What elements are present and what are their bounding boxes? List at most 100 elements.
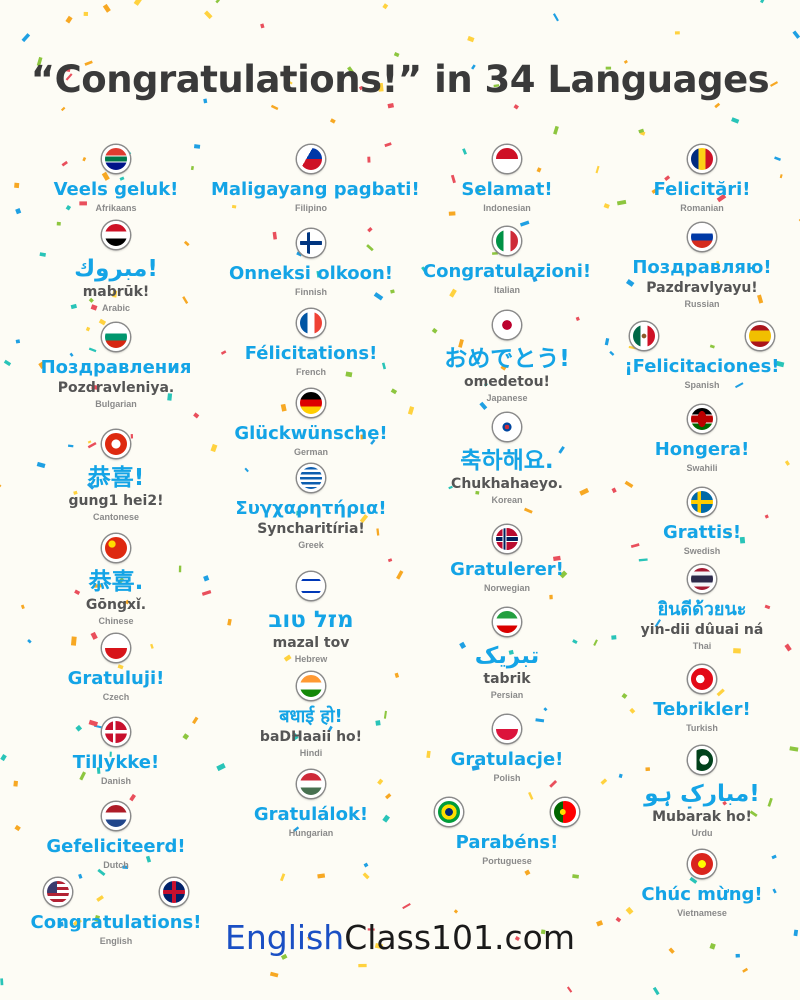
- flag-hu-icon: [297, 770, 325, 798]
- flag-group: [16, 428, 216, 462]
- confetti-piece: [269, 971, 279, 978]
- flag-group: [602, 143, 800, 177]
- language-entry-portuguese: Parabéns! Portuguese: [407, 796, 607, 867]
- confetti-piece: [0, 978, 4, 986]
- language-entry-swedish: Grattis! Swedish: [602, 486, 800, 557]
- flag-tr-icon: [688, 665, 716, 693]
- greeting-text: Поздравляю!: [632, 257, 772, 278]
- language-label: Turkish: [686, 723, 718, 733]
- confetti-piece: [543, 707, 548, 712]
- language-entry-thai: ยินดีด้วยนะ yin-dii dûuai ná Thai: [602, 563, 800, 652]
- greeting-text: Onneksi olkoon!: [228, 263, 394, 284]
- flag-group: [407, 143, 607, 177]
- flag-group: [211, 307, 411, 341]
- footer-brand-english: English: [225, 918, 345, 957]
- language-entry-russian: Поздравляю! Pazdravlyayu! Russian: [602, 221, 800, 310]
- greeting-text: מזל טוב: [268, 607, 354, 633]
- confetti-piece: [523, 507, 533, 514]
- confetti-piece: [742, 967, 749, 973]
- confetti-piece: [362, 872, 370, 880]
- confetti-piece: [215, 0, 220, 4]
- flag-group: [16, 321, 216, 355]
- language-label: Korean: [491, 495, 523, 505]
- confetti-piece: [0, 754, 7, 762]
- confetti-piece: [760, 0, 765, 4]
- greeting-text: Veels geluk!: [53, 179, 179, 200]
- greeting-text: Hongera!: [654, 439, 750, 460]
- greeting-text: مبروك!: [74, 256, 158, 282]
- flag-de-icon: [297, 389, 325, 417]
- greeting-text: Felicitări!: [653, 179, 751, 200]
- language-label: Greek: [298, 540, 324, 550]
- language-entry-dutch: Gefeliciteerd! Dutch: [16, 800, 216, 871]
- greeting-text: Selamat!: [461, 179, 553, 200]
- flag-id-icon: [493, 145, 521, 173]
- confetti-piece: [638, 128, 645, 134]
- greeting-text: Chúc mừng!: [641, 884, 763, 905]
- language-label: Russian: [684, 299, 720, 309]
- greeting-text: Поздравления: [40, 357, 192, 378]
- language-label: Swahili: [686, 463, 718, 473]
- flag-group: [16, 143, 216, 177]
- language-entry-norwegian: Gratulerer! Norwegian: [407, 523, 607, 594]
- flag-fi-icon: [297, 229, 325, 257]
- flag-group: [211, 670, 411, 704]
- flag-th-icon: [688, 565, 716, 593]
- romanization-text: mazal tov: [272, 635, 350, 651]
- greeting-text: おめでとう!: [444, 346, 570, 372]
- footer-brand[interactable]: EnglishClass101.com: [0, 918, 800, 957]
- romanization-text: Syncharitíria!: [257, 521, 365, 537]
- language-label: French: [295, 367, 326, 377]
- language-entry-arabic: مبروك! mabrūk! Arabic: [16, 219, 216, 314]
- flag-group: [602, 320, 800, 354]
- confetti-piece: [65, 15, 73, 24]
- language-label: Afrikaans: [95, 203, 137, 213]
- romanization-text: Mubarak ho!: [652, 809, 752, 825]
- language-label: Hebrew: [294, 654, 328, 664]
- greeting-text: Gratulálok!: [253, 804, 369, 825]
- language-entry-chinese: 恭喜. Gōngxǐ. Chinese: [16, 532, 216, 627]
- flag-group: [602, 221, 800, 255]
- confetti-piece: [133, 0, 143, 6]
- confetti-piece: [553, 125, 559, 135]
- flag-group: [602, 486, 800, 520]
- flag-group: [407, 309, 607, 343]
- confetti-piece: [3, 359, 12, 367]
- language-label: Persian: [490, 690, 524, 700]
- romanization-text: tabrik: [483, 671, 531, 687]
- romanization-text: omedetou!: [464, 374, 550, 390]
- flag-il-icon: [297, 572, 325, 600]
- flag-cz-icon: [102, 634, 130, 662]
- confetti-piece: [513, 104, 519, 110]
- confetti-piece: [714, 102, 721, 109]
- confetti-piece: [204, 10, 213, 20]
- language-entry-korean: 축하해요. Chukhahaeyo. Korean: [407, 411, 607, 506]
- language-entry-german: Glückwünsche! German: [211, 387, 411, 458]
- language-entry-hindi: बधाई हो! baDHaaii ho! Hindi: [211, 670, 411, 759]
- greeting-text: Tillykke!: [72, 752, 160, 773]
- confetti-piece: [387, 558, 393, 563]
- confetti-piece: [402, 903, 411, 910]
- confetti-piece: [317, 873, 326, 879]
- confetti-piece: [102, 3, 111, 13]
- romanization-text: mabrūk!: [82, 284, 150, 300]
- flag-group: [211, 570, 411, 604]
- greeting-text: Gratuluji!: [67, 668, 165, 689]
- greeting-text: Gratulacje!: [450, 749, 564, 770]
- flag-group: [407, 796, 607, 830]
- greeting-text: Tebrikler!: [653, 699, 751, 720]
- greeting-text: 恭喜!: [87, 465, 145, 491]
- flag-group: [602, 744, 800, 778]
- language-entry-finnish: Onneksi olkoon! Finnish: [211, 227, 411, 298]
- confetti-piece: [566, 986, 573, 993]
- flag-gb-icon: [160, 878, 188, 906]
- flag-se-icon: [688, 488, 716, 516]
- greeting-text: Parabéns!: [455, 832, 559, 853]
- romanization-text: gung1 hei2!: [68, 493, 164, 509]
- language-label: Polish: [493, 773, 521, 783]
- flag-group: [16, 716, 216, 750]
- language-label: Finnish: [295, 287, 327, 297]
- language-label: Dutch: [103, 860, 129, 870]
- flag-dk-icon: [102, 718, 130, 746]
- language-entry-turkish: Tebrikler! Turkish: [602, 663, 800, 734]
